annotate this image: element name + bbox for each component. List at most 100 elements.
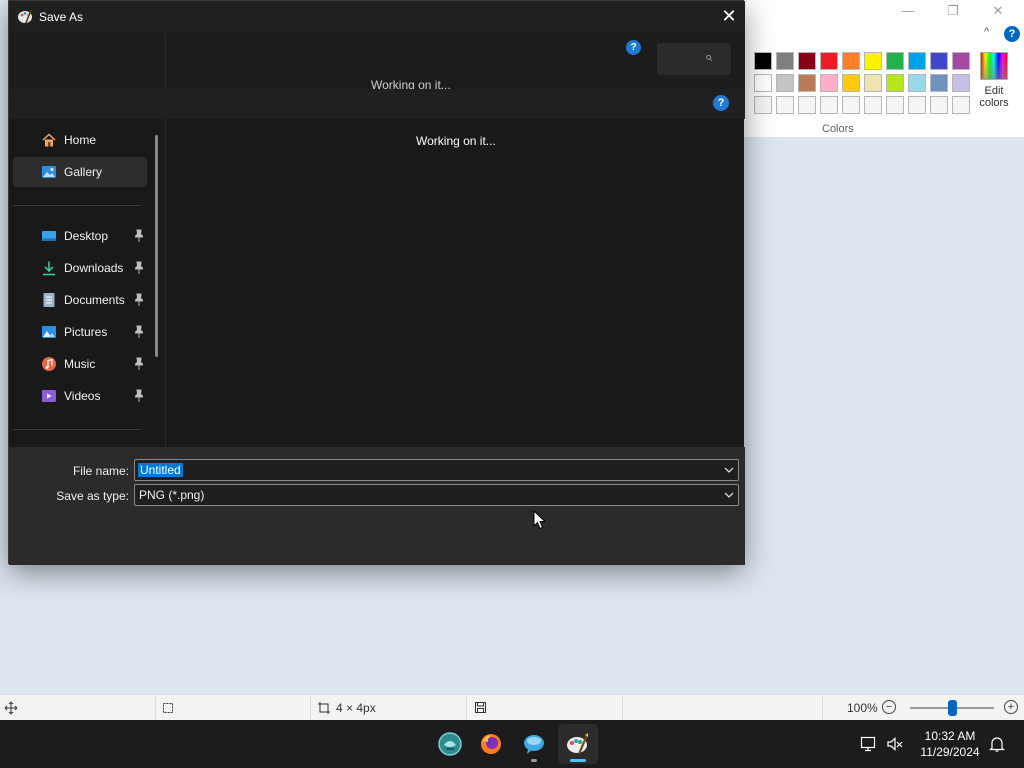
pin-icon[interactable] bbox=[133, 357, 145, 371]
color-swatch[interactable] bbox=[930, 96, 948, 114]
color-swatch[interactable] bbox=[776, 96, 794, 114]
nav-item-gallery[interactable]: Gallery bbox=[13, 157, 147, 187]
taskbar-firefox[interactable] bbox=[471, 724, 511, 764]
color-swatch[interactable] bbox=[908, 96, 926, 114]
paint-close-button[interactable]: ✕ bbox=[980, 2, 1016, 22]
color-swatch[interactable] bbox=[952, 74, 970, 92]
start-app-icon bbox=[438, 732, 462, 756]
nav-item-downloads[interactable]: Downloads bbox=[13, 253, 147, 283]
gallery-icon bbox=[42, 166, 56, 178]
color-swatch[interactable] bbox=[820, 74, 838, 92]
color-swatch[interactable] bbox=[952, 96, 970, 114]
save-options-panel: File name: Untitled Save as type: PNG (*… bbox=[9, 447, 745, 565]
pin-icon[interactable] bbox=[133, 229, 145, 243]
pin-icon[interactable] bbox=[133, 293, 145, 307]
color-swatch[interactable] bbox=[864, 52, 882, 70]
color-swatch[interactable] bbox=[930, 52, 948, 70]
running-indicator bbox=[531, 759, 537, 762]
search-box[interactable]: ⌕ bbox=[657, 43, 731, 75]
file-name-combobox[interactable]: Untitled bbox=[134, 459, 739, 481]
paint-status-bar: 4 × 4px 100% − + bbox=[0, 694, 1024, 721]
pin-icon[interactable] bbox=[133, 325, 145, 339]
command-bar: ? bbox=[9, 89, 745, 119]
active-indicator bbox=[570, 759, 586, 762]
color-swatch[interactable] bbox=[754, 96, 772, 114]
desktop-icon bbox=[42, 231, 56, 241]
taskbar: 10:32 AM 11/29/2024 bbox=[0, 720, 1024, 768]
documents-icon bbox=[43, 293, 55, 307]
save-as-dialog: Save As ✕ ? ⌕ Working on it... ? Home Ga… bbox=[8, 0, 745, 565]
color-swatch[interactable] bbox=[864, 96, 882, 114]
taskbar-start-app[interactable] bbox=[430, 724, 470, 764]
save-type-label: Save as type: bbox=[56, 489, 129, 503]
color-palette bbox=[754, 52, 970, 114]
color-swatch[interactable] bbox=[798, 74, 816, 92]
color-swatch[interactable] bbox=[886, 52, 904, 70]
nav-item-documents[interactable]: Documents bbox=[13, 285, 147, 315]
status-separator bbox=[155, 695, 156, 721]
file-name-field[interactable]: Untitled bbox=[138, 463, 183, 477]
color-swatch[interactable] bbox=[908, 74, 926, 92]
color-swatch[interactable] bbox=[754, 52, 772, 70]
pin-icon[interactable] bbox=[133, 389, 145, 403]
zoom-in-button[interactable]: + bbox=[1004, 700, 1018, 714]
paint-icon bbox=[567, 733, 589, 755]
volume-muted-icon[interactable] bbox=[886, 735, 904, 753]
nav-item-desktop[interactable]: Desktop bbox=[13, 221, 147, 251]
nav-item-label: Home bbox=[64, 133, 97, 147]
color-swatch[interactable] bbox=[864, 74, 882, 92]
taskbar-chat-app[interactable] bbox=[514, 724, 554, 764]
nav-item-videos[interactable]: Videos bbox=[13, 381, 147, 411]
loading-status-text: Working on it... bbox=[416, 134, 496, 148]
search-icon: ⌕ bbox=[705, 49, 713, 64]
status-separator bbox=[622, 695, 623, 721]
home-icon bbox=[42, 133, 56, 147]
network-icon[interactable] bbox=[860, 735, 878, 753]
color-swatch[interactable] bbox=[754, 74, 772, 92]
nav-item-pictures[interactable]: Pictures bbox=[13, 317, 147, 347]
nav-item-home[interactable]: Home bbox=[13, 125, 147, 155]
selection-size-icon bbox=[163, 703, 173, 713]
pin-icon[interactable] bbox=[133, 261, 145, 275]
taskbar-clock[interactable]: 10:32 AM 11/29/2024 bbox=[912, 728, 988, 760]
color-swatch[interactable] bbox=[908, 52, 926, 70]
file-list-pane: Working on it... bbox=[166, 119, 744, 447]
color-swatch[interactable] bbox=[842, 96, 860, 114]
chat-app-icon bbox=[524, 735, 544, 754]
dialog-close-button[interactable]: ✕ bbox=[717, 5, 741, 29]
color-swatch[interactable] bbox=[798, 52, 816, 70]
zoom-slider-thumb[interactable] bbox=[947, 700, 957, 716]
color-swatch[interactable] bbox=[820, 96, 838, 114]
color-swatch[interactable] bbox=[886, 96, 904, 114]
nav-item-music[interactable]: Music bbox=[13, 349, 147, 379]
color-swatch[interactable] bbox=[776, 74, 794, 92]
color-swatch[interactable] bbox=[776, 52, 794, 70]
paint-minimize-button[interactable]: — bbox=[890, 2, 926, 22]
color-swatch[interactable] bbox=[930, 74, 948, 92]
paint-maximize-button[interactable]: ❐ bbox=[935, 2, 971, 22]
color-swatch[interactable] bbox=[798, 96, 816, 114]
nav-item-label: Music bbox=[64, 357, 96, 371]
color-swatch[interactable] bbox=[820, 52, 838, 70]
edit-colors-label-line2: colors bbox=[979, 97, 1009, 109]
paint-app-icon bbox=[18, 9, 32, 24]
color-swatch[interactable] bbox=[952, 52, 970, 70]
help-icon[interactable]: ? bbox=[626, 40, 641, 55]
address-bar-area: ? ⌕ Working on it... bbox=[9, 33, 745, 89]
nav-scrollbar[interactable] bbox=[155, 135, 158, 357]
chevron-down-icon[interactable] bbox=[722, 463, 736, 477]
color-swatch[interactable] bbox=[842, 52, 860, 70]
collapse-ribbon-button[interactable]: ^ bbox=[984, 26, 989, 38]
paint-canvas-area bbox=[744, 138, 1024, 694]
edit-colors-button[interactable]: Edit colors bbox=[975, 52, 1013, 109]
save-type-select[interactable]: PNG (*.png) bbox=[134, 484, 739, 506]
notification-bell-icon[interactable] bbox=[988, 735, 1006, 753]
help-icon[interactable]: ? bbox=[713, 95, 729, 111]
chevron-down-icon[interactable] bbox=[722, 488, 736, 502]
color-swatch[interactable] bbox=[842, 74, 860, 92]
taskbar-paint[interactable] bbox=[558, 724, 598, 764]
color-swatch[interactable] bbox=[886, 74, 904, 92]
zoom-out-button[interactable]: − bbox=[882, 700, 896, 714]
colors-group-label: Colors bbox=[822, 123, 854, 135]
paint-help-button[interactable]: ? bbox=[1004, 26, 1020, 42]
